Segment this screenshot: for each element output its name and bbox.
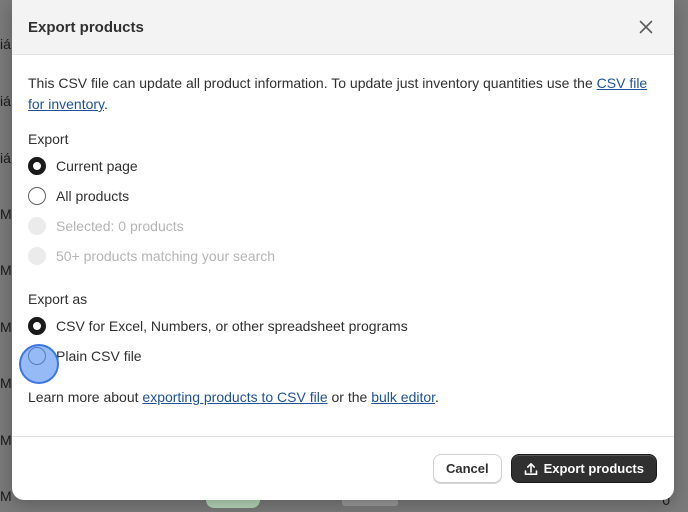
learn-more-prefix: Learn more about: [28, 389, 143, 405]
radio-label: 50+ products matching your search: [56, 248, 276, 264]
export-products-button[interactable]: Export products: [510, 454, 657, 483]
radio-label: CSV for Excel, Numbers, or other spreads…: [56, 318, 408, 334]
radio-label: Plain CSV file: [56, 348, 142, 364]
export-radio-group: Current page All products Selected: 0 pr…: [28, 151, 658, 271]
export-button-label: Export products: [543, 461, 644, 476]
bg-row-fragment: M: [0, 262, 12, 278]
radio-option-all-products[interactable]: All products: [28, 181, 658, 211]
cancel-button[interactable]: Cancel: [432, 454, 502, 483]
radio-label: All products: [56, 188, 130, 204]
bg-row-fragment: M: [0, 206, 12, 222]
bg-row-fragment: iá: [0, 36, 11, 52]
modal-body: This CSV file can update all product inf…: [12, 55, 674, 405]
close-button[interactable]: [634, 15, 658, 39]
exporting-products-link[interactable]: exporting products to CSV file: [142, 389, 327, 405]
bulk-editor-link[interactable]: bulk editor: [371, 389, 435, 405]
radio-label: Current page: [56, 158, 138, 174]
bg-row-fragment: M: [0, 375, 12, 391]
radio-button-checked[interactable]: [28, 157, 46, 175]
radio-label: Selected: 0 products: [56, 218, 184, 234]
radio-option-current-page[interactable]: Current page: [28, 151, 658, 181]
radio-button-disabled: [28, 247, 46, 265]
modal-header: Export products: [12, 0, 674, 55]
radio-option-csv-excel[interactable]: CSV for Excel, Numbers, or other spreads…: [28, 311, 658, 341]
export-as-section-label: Export as: [28, 291, 88, 307]
intro-text: This CSV file can update all product inf…: [28, 73, 658, 115]
radio-button-disabled: [28, 217, 46, 235]
radio-option-matching-search: 50+ products matching your search: [28, 241, 658, 271]
learn-more-suffix: .: [435, 389, 439, 405]
modal-title: Export products: [28, 18, 144, 36]
modal-footer: Cancel Export products: [12, 436, 674, 500]
bg-row-fragment: iá: [0, 93, 11, 109]
radio-button[interactable]: [28, 187, 46, 205]
upload-icon: [524, 462, 537, 475]
export-as-radio-group: CSV for Excel, Numbers, or other spreads…: [28, 311, 658, 371]
learn-more-middle: or the: [327, 389, 372, 405]
close-icon: [639, 20, 653, 34]
intro-text-end: .: [104, 96, 108, 112]
radio-option-selected: Selected: 0 products: [28, 211, 658, 241]
radio-option-plain-csv[interactable]: Plain CSV file: [28, 341, 658, 371]
learn-more-text: Learn more about exporting products to C…: [28, 389, 658, 405]
intro-text-body: This CSV file can update all product inf…: [28, 75, 597, 91]
radio-button-checked[interactable]: [28, 317, 46, 335]
bg-row-fragment: M: [0, 319, 12, 335]
export-section-label: Export: [28, 131, 69, 147]
export-products-modal: Export products This CSV file can update…: [12, 0, 674, 500]
radio-button[interactable]: [28, 347, 46, 365]
bg-row-fragment: iá: [0, 150, 11, 166]
bg-row-fragment: M: [0, 432, 12, 448]
